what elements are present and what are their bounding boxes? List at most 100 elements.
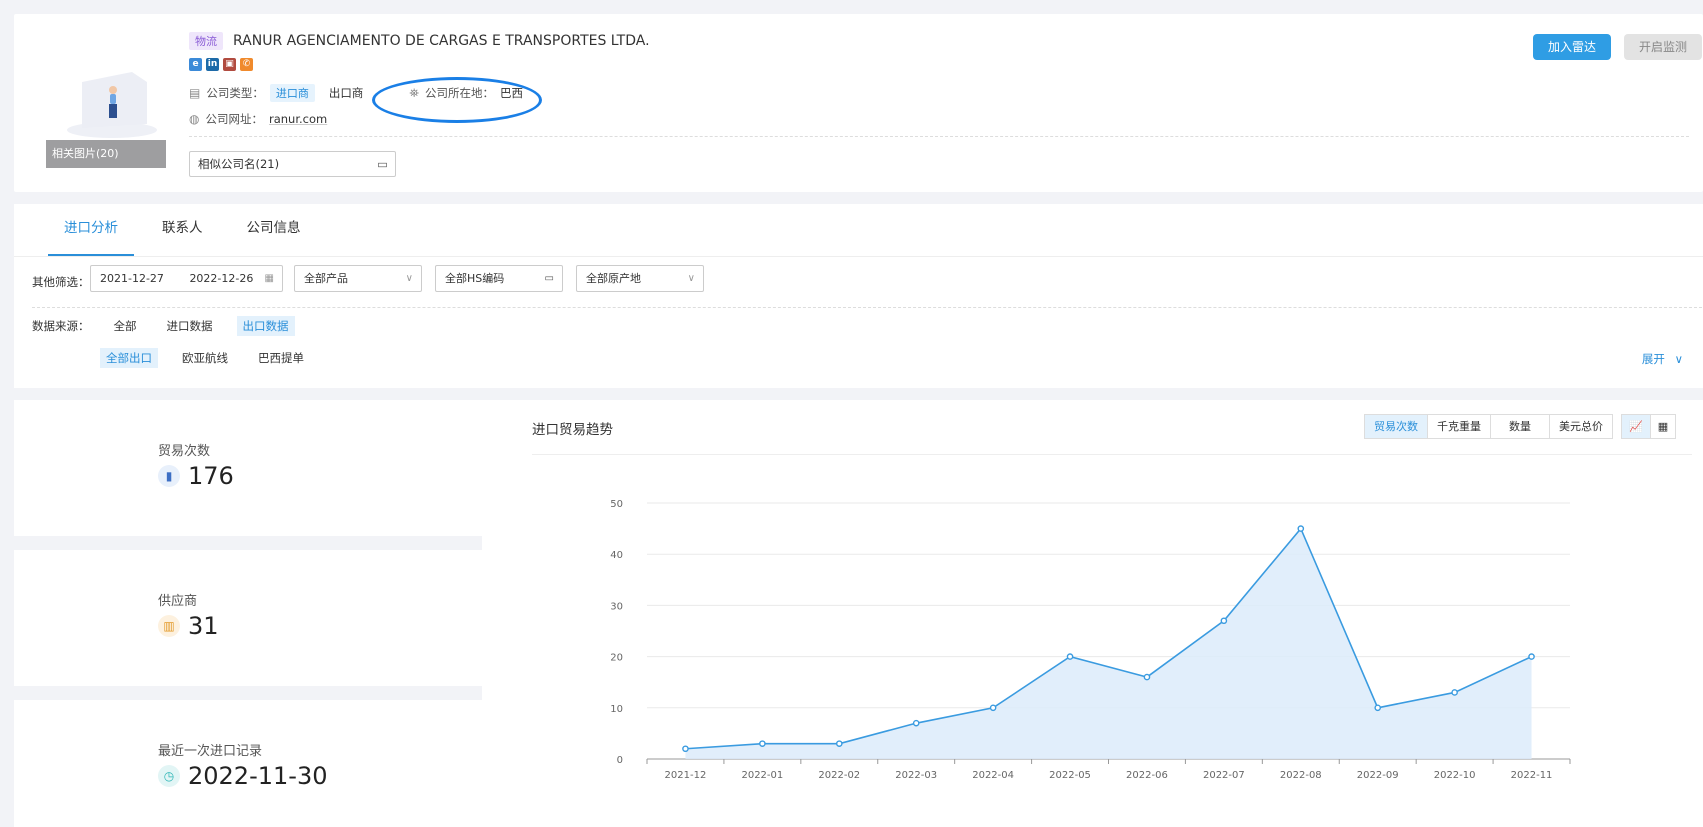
- product-select[interactable]: 全部产品 ∨: [294, 265, 422, 292]
- calendar-icon: ▦: [264, 273, 274, 284]
- social-links: e in ▣ ✆: [189, 58, 253, 71]
- data-point: [1451, 689, 1458, 696]
- data-point: [989, 704, 997, 712]
- hs-code-select[interactable]: 全部HS编码 ▭: [435, 265, 563, 292]
- bar-chart-icon: ▮: [158, 465, 180, 487]
- y-tick-label: 20: [610, 653, 623, 664]
- printer-icon[interactable]: ▣: [223, 58, 236, 71]
- company-type-label: 公司类型：: [206, 86, 264, 100]
- clock-icon: ◷: [158, 765, 180, 787]
- y-tick-label: 30: [610, 601, 623, 612]
- linkedin-icon[interactable]: in: [206, 58, 219, 71]
- building-icon: ▤: [189, 86, 201, 100]
- x-tick-label: 2022-07: [1203, 770, 1245, 781]
- date-range-picker[interactable]: 2021-12-27 2022-12-26 ▦: [90, 265, 283, 292]
- data-source-row: 数据来源： 全部 进口数据 出口数据: [32, 316, 313, 336]
- calendar-icon: ▭: [544, 273, 554, 284]
- chevron-down-icon: ∨: [405, 273, 413, 284]
- expand-button[interactable]: 展开 ∨: [1642, 351, 1683, 367]
- shop-icon: ▥: [158, 615, 180, 637]
- start-monitor-button[interactable]: 开启监测: [1624, 34, 1702, 60]
- stat-value: 176: [188, 462, 234, 490]
- data-point: [1374, 704, 1382, 712]
- ie-icon[interactable]: e: [189, 58, 202, 71]
- similar-companies-label: 相似公司名(21): [198, 157, 280, 171]
- divider: [189, 136, 1689, 137]
- phone-icon[interactable]: ✆: [240, 58, 253, 71]
- x-tick-label: 2022-01: [741, 770, 783, 781]
- date-start: 2021-12-27: [100, 272, 164, 285]
- y-tick-label: 0: [617, 755, 623, 766]
- x-tick-label: 2022-08: [1280, 770, 1322, 781]
- filter-card: 进口分析 联系人 公司信息 其他筛选： 2021-12-27 2022-12-2…: [14, 204, 1703, 388]
- source-all[interactable]: 全部: [108, 316, 143, 336]
- company-photos[interactable]: 相关图片(20): [46, 34, 166, 174]
- data-point: [759, 740, 766, 747]
- data-point: [682, 745, 689, 753]
- subsource-all-export[interactable]: 全部出口: [100, 348, 158, 368]
- data-point: [1297, 525, 1305, 532]
- chevron-down-icon: ∨: [1674, 352, 1683, 366]
- source-export[interactable]: 出口数据: [236, 316, 295, 336]
- type-exporter-badge: 出口商: [328, 86, 364, 100]
- x-tick-label: 2022-05: [1049, 770, 1091, 781]
- company-illustration-icon: [67, 72, 157, 138]
- website-link[interactable]: ranur.com: [269, 112, 327, 126]
- stat-label: 供应商: [158, 594, 198, 609]
- industry-tag: 物流: [189, 32, 223, 50]
- origin-select[interactable]: 全部原产地 ∨: [576, 265, 704, 292]
- sub-source-row: 全部出口 欧亚航线 巴西提单: [100, 348, 328, 368]
- series-area: [685, 528, 1532, 759]
- x-tick-label: 2021-12: [665, 770, 707, 781]
- y-tick-label: 10: [610, 704, 623, 715]
- stat-value: 2022-11-30: [188, 762, 328, 790]
- tabs: 进口分析 联系人 公司信息: [48, 204, 329, 256]
- origin-select-value: 全部原产地: [586, 272, 641, 285]
- x-tick-label: 2022-09: [1357, 770, 1399, 781]
- tab-company-info[interactable]: 公司信息: [231, 204, 317, 256]
- stat-value: 31: [188, 612, 219, 640]
- expand-label: 展开: [1641, 352, 1665, 366]
- calendar-icon: ▭: [377, 157, 388, 171]
- x-tick-label: 2022-11: [1511, 770, 1553, 781]
- data-source-label: 数据来源：: [32, 319, 90, 333]
- stat-card-trades: 贸易次数 ▮ 176: [14, 400, 494, 536]
- y-tick-label: 50: [610, 499, 623, 510]
- photos-label[interactable]: 相关图片(20): [46, 140, 166, 168]
- chevron-down-icon: ∨: [687, 273, 695, 284]
- data-point: [1528, 653, 1535, 660]
- company-name: RANUR AGENCIAMENTO DE CARGAS E TRANSPORT…: [233, 33, 650, 49]
- add-radar-button[interactable]: 加入雷达: [1533, 34, 1611, 60]
- website-label: 公司网址：: [205, 112, 263, 126]
- stat-card-suppliers: 供应商 ▥ 31: [14, 550, 494, 686]
- data-point: [1143, 673, 1151, 681]
- similar-companies-select[interactable]: 相似公司名(21) ▭: [189, 151, 396, 177]
- stat-card-last-import: 最近一次进口记录 ◷ 2022-11-30: [14, 700, 494, 827]
- x-tick-label: 2022-04: [972, 770, 1014, 781]
- trend-chart: 0 10 20 30 40 50 2021-12 2022-01 2022-02 2022-03 2…: [610, 499, 1571, 781]
- product-select-value: 全部产品: [304, 272, 348, 285]
- trend-chart-card: 进口贸易趋势 贸易次数 千克重量 数量 美元总价 📈 ▦ 0 10 20 30 40 50…: [482, 400, 1703, 827]
- other-filters-label: 其他筛选：: [32, 275, 90, 289]
- location-highlight-annotation: [372, 77, 542, 123]
- hs-code-select-value: 全部HS编码: [445, 272, 505, 285]
- globe-icon: ◍: [189, 112, 200, 126]
- data-point: [835, 740, 843, 747]
- divider: [32, 307, 1702, 308]
- data-point: [1066, 653, 1074, 660]
- data-point: [912, 719, 920, 727]
- subsource-brazil-bl[interactable]: 巴西提单: [252, 348, 310, 368]
- source-import[interactable]: 进口数据: [161, 316, 219, 336]
- subsource-eurasia[interactable]: 欧亚航线: [176, 348, 234, 368]
- y-tick-label: 40: [610, 550, 623, 561]
- stat-label: 最近一次进口记录: [158, 744, 263, 759]
- date-end: 2022-12-26: [189, 272, 254, 285]
- type-importer-badge: 进口商: [269, 84, 315, 102]
- tab-import-analysis[interactable]: 进口分析: [48, 204, 134, 256]
- x-tick-label: 2022-03: [895, 770, 937, 781]
- x-tick-label: 2022-06: [1126, 770, 1168, 781]
- x-tick-label: 2022-10: [1434, 770, 1476, 781]
- x-tick-label: 2022-02: [818, 770, 860, 781]
- tab-contacts[interactable]: 联系人: [146, 204, 219, 256]
- company-card: 相关图片(20) 物流 RANUR AGENCIAMENTO DE CARGAS…: [14, 14, 1703, 192]
